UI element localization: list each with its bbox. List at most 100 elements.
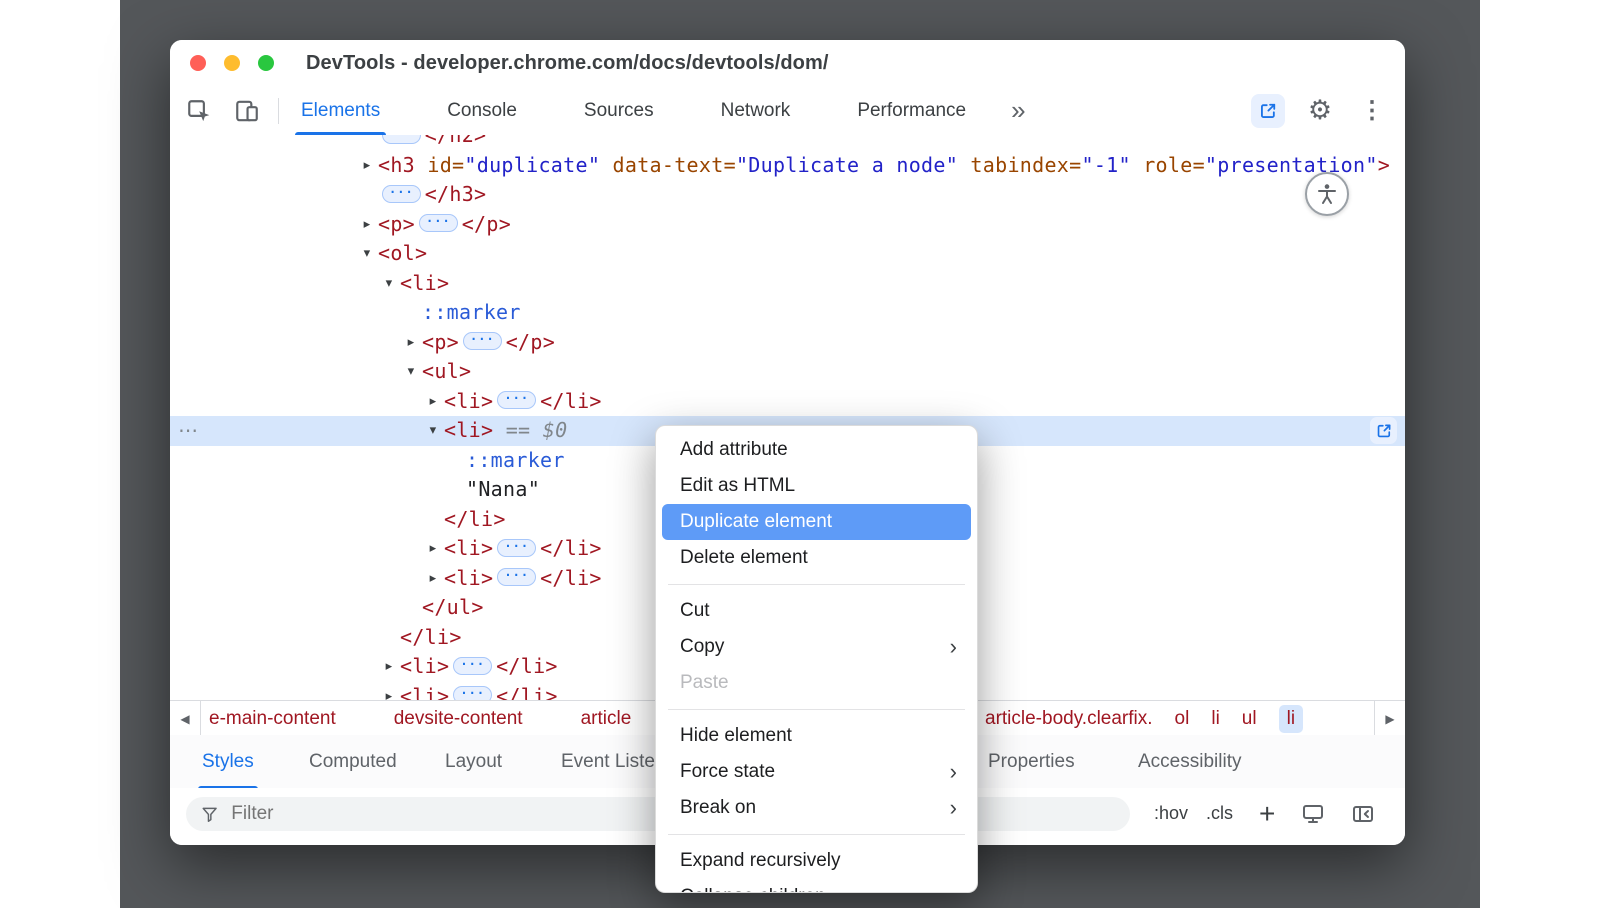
node-text: > [1378,153,1390,177]
dom-node-row[interactable]: ▸<h3 id="duplicate" data-text="Duplicate… [170,151,1405,181]
node-text: "Duplicate a node" [736,153,958,177]
toggle-hov-button[interactable]: :hov [1154,803,1188,824]
expand-arrow-icon[interactable]: ▸ [381,652,397,682]
dom-node-row[interactable]: ▾<ol> [170,239,1405,269]
title-bar: DevTools - developer.chrome.com/docs/dev… [170,40,1405,87]
sidebar-tab-computed[interactable]: Computed [303,735,403,788]
expand-arrow-icon[interactable]: ▸ [425,534,441,564]
children-ellipsis-icon[interactable]: ··· [382,135,421,144]
node-text: <p> [422,330,459,354]
toggle-cls-button[interactable]: .cls [1206,803,1233,824]
menu-item-cut[interactable]: Cut [662,593,971,629]
children-ellipsis-icon[interactable]: ··· [453,686,492,700]
dom-node-row[interactable]: ···</h3> [170,180,1405,210]
children-ellipsis-icon[interactable]: ··· [497,391,536,409]
toolbar-left [170,94,264,128]
menu-item-force-state[interactable]: Force state› [662,754,971,790]
menu-item-break-on[interactable]: Break on› [662,790,971,826]
accessibility-person-icon[interactable] [1305,172,1349,216]
menu-item-hide-element[interactable]: Hide element [662,718,971,754]
collapse-arrow-icon[interactable]: ▾ [403,357,419,387]
dom-node-row[interactable]: ▸<p>···</p> [170,210,1405,240]
dom-node-row[interactable]: ▸<li>···</li> [170,387,1405,417]
popout-arrow-icon[interactable] [1251,94,1285,128]
expand-arrow-icon[interactable]: ▸ [359,210,375,240]
breadcrumb-item-ul[interactable]: ul [1242,708,1257,730]
tab-performance[interactable]: Performance [849,86,974,135]
menu-item-expand-recursively[interactable]: Expand recursively [662,843,971,879]
menu-item-edit-as-html[interactable]: Edit as HTML [662,468,971,504]
minimize-button[interactable] [224,55,240,71]
kebab-menu-icon[interactable]: ⋮ [1355,94,1389,128]
breadcrumb-item-devsite-content[interactable]: devsite-content [394,708,523,730]
node-text: </p> [462,212,511,236]
breadcrumb-scroll-right-icon[interactable]: ▶ [1374,701,1405,736]
traffic-lights [190,55,274,71]
node-text: <ol> [378,241,427,265]
sidebar-tab-layout[interactable]: Layout [439,735,508,788]
dom-node-row[interactable]: ▸<p>···</p> [170,328,1405,358]
node-text: </li> [540,389,602,413]
breadcrumb-item-li[interactable]: li [1211,708,1219,730]
collapse-arrow-icon[interactable]: ▾ [381,269,397,299]
expand-arrow-icon[interactable]: ▸ [425,387,441,417]
breadcrumb-item-ol[interactable]: ol [1175,708,1190,730]
menu-item-delete-element[interactable]: Delete element [662,540,971,576]
menu-item-duplicate-element[interactable]: Duplicate element [662,504,971,540]
node-text: </ul> [422,595,484,619]
children-ellipsis-icon[interactable]: ··· [419,214,458,232]
children-ellipsis-icon[interactable]: ··· [497,539,536,557]
node-text: </li> [540,536,602,560]
children-ellipsis-icon[interactable]: ··· [497,568,536,586]
breadcrumb-item-e-main-content[interactable]: e-main-content [209,708,336,730]
dom-node-row[interactable]: ▾<ul> [170,357,1405,387]
menu-item-add-attribute[interactable]: Add attribute [662,432,971,468]
display-icon[interactable] [1301,802,1325,826]
collapse-sidebar-icon[interactable] [1351,802,1375,826]
dom-node-row[interactable]: ··· </h2> [170,135,1405,151]
more-tabs-icon[interactable]: » [1011,95,1023,126]
inspect-element-icon[interactable] [182,94,216,128]
node-text: <li> [444,566,493,590]
node-text: </li> [540,566,602,590]
children-ellipsis-icon[interactable]: ··· [463,332,502,350]
breadcrumb-item-article[interactable]: article [581,708,632,730]
tab-console[interactable]: Console [439,86,525,135]
node-text: <li> [400,684,449,701]
collapse-arrow-icon[interactable]: ▾ [425,416,441,446]
collapse-arrow-icon[interactable]: ▾ [359,239,375,269]
children-ellipsis-icon[interactable]: ··· [382,185,421,203]
node-text: "duplicate" [464,153,600,177]
settings-gear-icon[interactable]: ⚙ [1303,94,1337,128]
tab-sources[interactable]: Sources [576,86,662,135]
sidebar-tab-properties[interactable]: Properties [982,735,1081,788]
sidebar-tab-styles[interactable]: Styles [196,735,260,788]
dom-node-row[interactable]: ▾<li> [170,269,1405,299]
children-ellipsis-icon[interactable]: ··· [453,657,492,675]
expand-arrow-icon[interactable]: ▸ [403,328,419,358]
tab-elements[interactable]: Elements [293,86,388,135]
tab-network[interactable]: Network [713,86,799,135]
new-style-rule-button[interactable]: + [1259,800,1275,828]
menu-item-copy[interactable]: Copy› [662,629,971,665]
expand-arrow-icon[interactable]: ▸ [359,151,375,181]
node-text: </h2> [425,135,487,147]
node-text: </h3> [425,182,487,206]
node-text: <li> [444,418,493,442]
breadcrumbs-left: e-main-content devsite-content article [209,708,689,730]
device-toolbar-icon[interactable] [230,94,264,128]
expand-arrow-icon[interactable]: ▸ [425,564,441,594]
zoom-button[interactable] [258,55,274,71]
sidebar-tab-accessibility[interactable]: Accessibility [1132,735,1247,788]
node-popout-arrow-icon[interactable] [1370,417,1397,444]
breadcrumb-item-article-body-clearfix[interactable]: article-body.clearfix. [985,708,1153,730]
breadcrumb-scroll-left-icon[interactable]: ◀ [170,701,201,736]
breadcrumbs-right: article-body.clearfix.olliulli [985,701,1303,736]
breadcrumb-item-li[interactable]: li [1279,705,1303,733]
expand-arrow-icon[interactable]: ▸ [381,682,397,701]
dom-node-row[interactable]: ::marker [170,298,1405,328]
menu-item-collapse-children[interactable]: Collapse children [662,879,971,893]
row-more-actions-icon[interactable]: ⋯ [178,416,198,446]
close-button[interactable] [190,55,206,71]
submenu-chevron-icon: › [950,754,957,790]
